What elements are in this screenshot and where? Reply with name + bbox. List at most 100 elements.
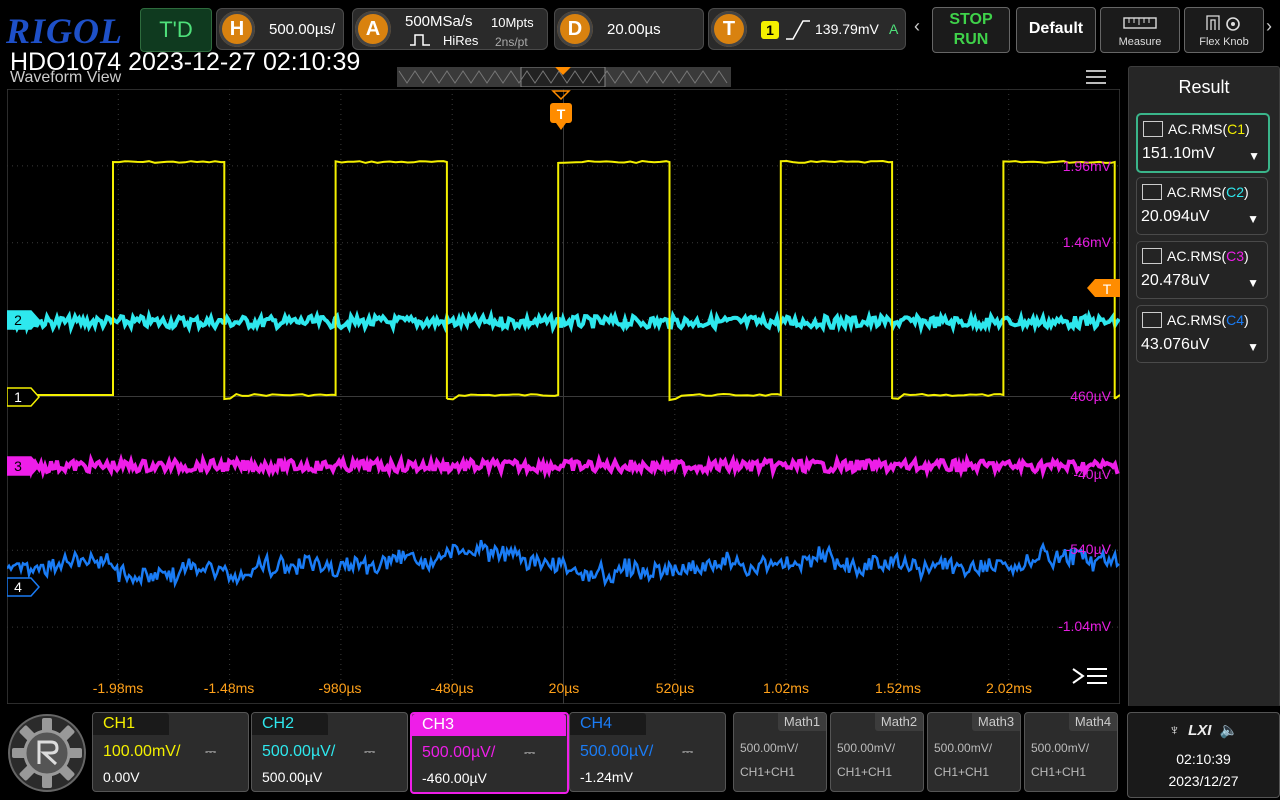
measure-wave-icon	[1142, 312, 1162, 328]
measurement-name: AC.RMS(C2)	[1167, 184, 1249, 200]
trigger-position-marker[interactable]: T	[550, 90, 572, 130]
usb-icon: ♆	[1168, 722, 1180, 739]
channel-offset: 500.00µV	[262, 769, 323, 785]
channel-label: CH4	[570, 713, 646, 735]
channel-marker[interactable]: 3	[7, 456, 41, 476]
channel-marker-label: 2	[14, 312, 22, 328]
dropdown-caret-icon[interactable]: ▼	[1247, 276, 1259, 290]
math-1-box[interactable]: Math1 500.00mV/CH1+CH1	[733, 712, 827, 792]
measurement-source: C1	[1227, 121, 1246, 137]
measurement-item[interactable]: AC.RMS(C1) 151.10mV ▼	[1136, 113, 1270, 173]
channel-marker[interactable]: 2	[7, 310, 41, 330]
delay-button[interactable]: D 20.00µs	[554, 8, 704, 50]
channel-markers[interactable]: 2 1 3 4	[7, 310, 41, 597]
more-menu-icon[interactable]	[1072, 668, 1107, 684]
channel-marker-label: 1	[14, 389, 22, 405]
toolbar-scroll-left-icon[interactable]: ‹	[914, 16, 920, 37]
time-label: 1.02ms	[763, 680, 809, 696]
measurement-value: 43.076uV	[1141, 336, 1210, 353]
sample-period: 2ns/pt	[495, 35, 528, 49]
channel-3-box[interactable]: CH3 500.00µV/ ⎓ -460.00µV	[410, 712, 569, 794]
measurement-source: C3	[1226, 248, 1245, 264]
flex-knob-label: Flex Knob	[1199, 36, 1249, 48]
timebase-value: 500.00µs/	[269, 21, 336, 38]
measure-label: Measure	[1118, 36, 1162, 48]
default-button[interactable]: Default	[1016, 7, 1096, 53]
ruler-icon	[1123, 17, 1157, 29]
math-source: CH1+CH1	[934, 765, 990, 779]
time-label: 2.02ms	[986, 680, 1032, 696]
channel-marker-label: 4	[14, 579, 22, 595]
toolbar-scroll-right-icon[interactable]: ›	[1266, 16, 1272, 37]
math-scale: 500.00mV/	[837, 741, 896, 755]
time-label: 1.52ms	[875, 680, 921, 696]
volt-label: 460µV	[1070, 388, 1111, 404]
math-source: CH1+CH1	[1031, 765, 1087, 779]
channel-scale: 500.00µV/	[422, 744, 496, 761]
math-scale: 500.00mV/	[934, 741, 993, 755]
channel-label: CH2	[252, 713, 328, 735]
channel-scale: 500.00µV/	[580, 743, 654, 760]
flex-knob-button[interactable]: Flex Knob	[1184, 7, 1264, 53]
math-4-box[interactable]: Math4 500.00mV/CH1+CH1	[1024, 712, 1118, 792]
channel-label: CH1	[93, 713, 169, 735]
math-3-box[interactable]: Math3 500.00mV/CH1+CH1	[927, 712, 1021, 792]
channel-1-box[interactable]: CH1 100.00mV/ ⎓ 0.00V	[92, 712, 249, 792]
volt-label: -40µV	[1073, 466, 1111, 482]
volt-label: -1.04mV	[1058, 618, 1112, 634]
stop-label: STOP	[949, 11, 993, 28]
acq-mode: HiRes	[443, 33, 479, 48]
measurement-name: AC.RMS(C4)	[1167, 312, 1249, 328]
run-stop-button[interactable]: STOP RUN	[932, 7, 1010, 53]
channel-marker[interactable]: 1	[7, 387, 41, 407]
dc-coupling-icon: ⎓	[682, 743, 694, 759]
run-label: RUN	[953, 31, 989, 48]
volt-label: 1.46mV	[1063, 234, 1112, 250]
channel-marker[interactable]: 4	[7, 577, 41, 597]
measure-wave-icon	[1142, 184, 1162, 200]
view-menu-icon[interactable]	[1086, 70, 1106, 84]
home-gear-icon[interactable]	[6, 712, 88, 794]
channel-label: CH3	[412, 714, 566, 736]
measurement-source: C4	[1226, 312, 1245, 328]
waveform-grid[interactable]: 1.96mV 1.46mV 460µV -40µV -540µV -1.04mV -1.9…	[7, 89, 1120, 704]
math-2-box[interactable]: Math2 500.00mV/CH1+CH1	[830, 712, 924, 792]
math-label: Math2	[875, 713, 923, 731]
channel-offset: -460.00µV	[422, 770, 487, 786]
measurement-item[interactable]: AC.RMS(C4) 43.076uV ▼	[1136, 305, 1268, 363]
dropdown-caret-icon[interactable]: ▼	[1247, 212, 1259, 226]
d-icon: D	[557, 11, 593, 47]
time-label: -980µs	[318, 680, 361, 696]
status-date: 2023/12/27	[1168, 773, 1239, 789]
math-label: Math1	[778, 713, 826, 731]
acquisition-button[interactable]: A 500MSa/s HiRes 10Mpts 2ns/pt	[352, 8, 548, 50]
measurement-item[interactable]: AC.RMS(C2) 20.094uV ▼	[1136, 177, 1268, 235]
measurement-value: 151.10mV	[1142, 145, 1215, 162]
status-box[interactable]: ♆ LXI 🔈 02:10:39 2023/12/27	[1127, 712, 1280, 798]
rigol-logo: RIGOL	[6, 11, 124, 51]
measure-button[interactable]: Measure	[1100, 7, 1180, 53]
time-label: -480µs	[430, 680, 473, 696]
dropdown-caret-icon[interactable]: ▼	[1247, 340, 1259, 354]
sample-rate: 500MSa/s	[405, 13, 473, 30]
dropdown-caret-icon[interactable]: ▼	[1248, 149, 1260, 163]
trigger-button[interactable]: T 1 139.79mV A	[708, 8, 906, 50]
math-scale: 500.00mV/	[740, 741, 799, 755]
trigger-level-marker[interactable]: T	[1087, 279, 1120, 297]
math-label: Math4	[1069, 713, 1117, 731]
measurement-item[interactable]: AC.RMS(C3) 20.478uV ▼	[1136, 241, 1268, 299]
hires-wave-icon	[410, 34, 430, 46]
channel-scale: 500.00µV/	[262, 743, 336, 760]
lxi-icon: LXI	[1188, 722, 1212, 739]
result-title: Result	[1178, 77, 1230, 97]
memory-overview-bar[interactable]	[397, 66, 731, 88]
result-panel: Result AC.RMS(C1) 151.10mV ▼ AC.RMS(C2) 20.0…	[1128, 66, 1280, 708]
horizontal-timebase-button[interactable]: H 500.00µs/	[216, 8, 344, 50]
measure-wave-icon	[1142, 248, 1162, 264]
channel-4-box[interactable]: CH4 500.00µV/ ⎓ -1.24mV	[569, 712, 726, 792]
run-mode-indicator[interactable]: T'D	[140, 8, 212, 52]
channel-2-box[interactable]: CH2 500.00µV/ ⎓ 500.00µV	[251, 712, 408, 792]
math-source: CH1+CH1	[837, 765, 893, 779]
volt-label: 1.96mV	[1063, 158, 1112, 174]
math-source: CH1+CH1	[740, 765, 796, 779]
